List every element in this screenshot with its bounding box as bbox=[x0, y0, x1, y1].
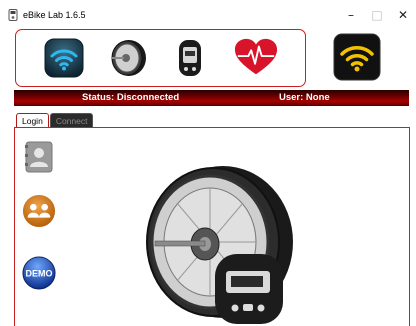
contact-book-icon bbox=[25, 141, 53, 173]
contacts-button[interactable] bbox=[22, 140, 56, 174]
status-text: Status: Disconnected bbox=[82, 92, 180, 103]
window-controls: – □ ✕ bbox=[338, 0, 416, 30]
wifi-icon bbox=[44, 38, 84, 78]
motor-button[interactable] bbox=[106, 37, 150, 79]
login-panel: DEMO bbox=[14, 127, 410, 326]
motor-with-display-image bbox=[135, 160, 295, 326]
tab-connect[interactable]: Connect bbox=[49, 113, 94, 127]
status-bar: Status: Disconnected User: None bbox=[14, 90, 409, 106]
users-button[interactable] bbox=[22, 194, 56, 228]
tab-login[interactable]: Login bbox=[16, 113, 49, 127]
users-group-icon bbox=[22, 194, 56, 228]
main-toolbar bbox=[15, 29, 306, 87]
close-button[interactable]: ✕ bbox=[390, 0, 416, 30]
wifi-connection-button[interactable] bbox=[333, 33, 381, 81]
app-icon bbox=[6, 8, 20, 22]
wifi-connection-icon bbox=[333, 33, 381, 81]
heart-rate-button[interactable] bbox=[234, 37, 278, 79]
display-icon bbox=[179, 40, 201, 76]
window-title: eBike Lab 1.6.5 bbox=[23, 10, 86, 20]
demo-button[interactable]: DEMO bbox=[22, 256, 56, 290]
title-bar[interactable]: eBike Lab 1.6.5 – □ ✕ bbox=[0, 0, 416, 30]
user-text: User: None bbox=[279, 92, 330, 103]
motor-icon bbox=[111, 40, 146, 76]
minimize-button[interactable]: – bbox=[338, 0, 364, 30]
tab-strip: Login Connect bbox=[16, 113, 94, 127]
wifi-button[interactable] bbox=[42, 37, 86, 79]
demo-label: DEMO bbox=[26, 268, 53, 278]
maximize-button[interactable]: □ bbox=[364, 0, 390, 30]
demo-icon: DEMO bbox=[22, 256, 56, 290]
display-button[interactable] bbox=[168, 37, 212, 79]
app-window: eBike Lab 1.6.5 – □ ✕ Status: Disconnect… bbox=[0, 0, 416, 326]
heart-rate-icon bbox=[234, 38, 278, 75]
